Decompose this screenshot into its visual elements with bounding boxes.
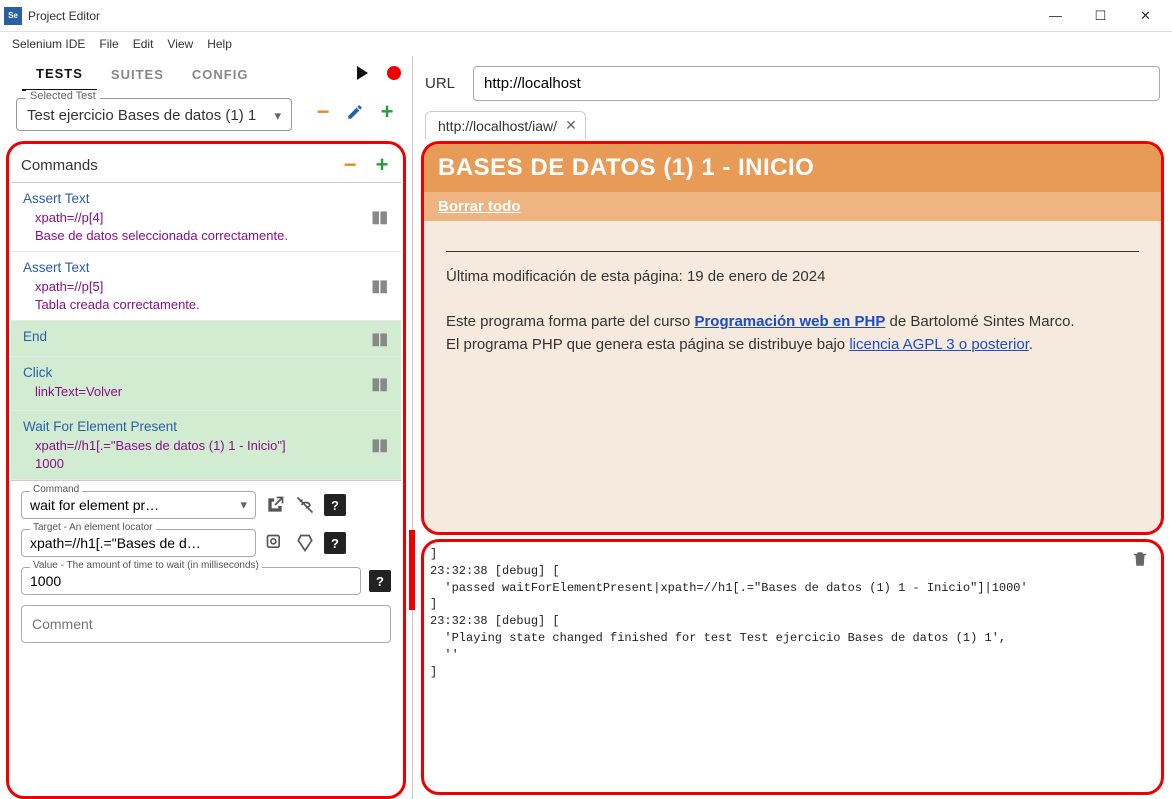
menubar: Selenium IDE File Edit View Help <box>0 32 1172 56</box>
find-target-icon[interactable] <box>264 532 286 554</box>
clear-log-icon[interactable] <box>1131 550 1149 574</box>
selected-test-label: Selected Test <box>26 90 100 102</box>
pause-icon: ▮▮ <box>371 374 387 394</box>
command-item[interactable]: Click linkText=Volver ▮▮ <box>11 357 401 411</box>
record-icon[interactable] <box>386 65 402 84</box>
remove-test-button[interactable]: − <box>314 103 332 121</box>
menu-app[interactable]: Selenium IDE <box>6 35 91 53</box>
menu-edit[interactable]: Edit <box>127 35 160 53</box>
open-new-icon[interactable] <box>264 494 286 516</box>
minimize-button[interactable]: — <box>1033 2 1078 30</box>
menu-file[interactable]: File <box>93 35 124 53</box>
pause-icon: ▮▮ <box>371 276 387 296</box>
log-panel: ] 23:32:38 [debug] [ 'passed waitForElem… <box>421 539 1164 795</box>
app-icon: Se <box>4 7 22 25</box>
maximize-button[interactable]: ☐ <box>1078 2 1123 30</box>
help-icon[interactable]: ? <box>369 570 391 592</box>
menu-view[interactable]: View <box>161 35 199 53</box>
preview-title: BASES DE DATOS (1) 1 - INICIO <box>424 144 1161 192</box>
value-input[interactable] <box>30 573 352 589</box>
edit-test-button[interactable] <box>346 103 364 121</box>
browser-tab[interactable]: http://localhost/iaw/ ✕ <box>425 111 586 139</box>
help-icon[interactable]: ? <box>324 494 346 516</box>
close-button[interactable]: ✕ <box>1123 2 1168 30</box>
url-input[interactable] <box>473 66 1160 101</box>
url-label: URL <box>425 75 455 92</box>
pause-icon: ▮▮ <box>371 329 387 349</box>
target-input[interactable] <box>30 535 247 551</box>
select-target-icon[interactable] <box>294 532 316 554</box>
help-icon[interactable]: ? <box>324 532 346 554</box>
command-item[interactable]: Wait For Element Present xpath=//h1[.="B… <box>11 411 401 480</box>
commands-list: Assert Text xpath=//p[4] Base de datos s… <box>11 182 401 481</box>
tab-suites[interactable]: SUITES <box>97 59 178 90</box>
tab-config[interactable]: CONFIG <box>178 59 263 90</box>
preview-license-link[interactable]: licencia AGPL 3 o posterior <box>849 336 1029 353</box>
preview-lastmod: Última modificación de esta página: 19 d… <box>446 266 1139 289</box>
close-tab-icon[interactable]: ✕ <box>565 117 577 134</box>
titlebar: Se Project Editor — ☐ ✕ <box>0 0 1172 32</box>
command-item[interactable]: Assert Text xpath=//p[4] Base de datos s… <box>11 183 401 252</box>
command-field-label: Command <box>30 484 82 495</box>
preview-borrar-link[interactable]: Borrar todo <box>438 198 521 215</box>
page-preview: BASES DE DATOS (1) 1 - INICIO Borrar tod… <box>421 141 1164 535</box>
preview-course-link[interactable]: Programación web en PHP <box>694 313 885 330</box>
menu-help[interactable]: Help <box>201 35 238 53</box>
window-title: Project Editor <box>28 9 1033 23</box>
command-input[interactable] <box>30 497 240 513</box>
command-item[interactable]: End ▮▮ <box>11 321 401 357</box>
preview-line3: El programa PHP que genera esta página s… <box>446 334 1139 357</box>
selected-test-value: Test ejercicio Bases de datos (1) 1 <box>27 107 274 124</box>
chevron-down-icon: ▾ <box>274 108 281 124</box>
target-field-label: Target - An element locator <box>30 522 156 533</box>
remove-command-button[interactable]: − <box>341 156 359 174</box>
tab-tests[interactable]: TESTS <box>22 58 97 91</box>
browser-tab-label: http://localhost/iaw/ <box>438 118 557 134</box>
selected-test-dropdown[interactable]: Test ejercicio Bases de datos (1) 1 ▾ <box>16 98 292 131</box>
comment-input[interactable] <box>32 616 380 632</box>
left-tabs: TESTS SUITES CONFIG <box>0 56 412 92</box>
add-test-button[interactable]: + <box>378 103 396 121</box>
disable-icon[interactable] <box>294 494 316 516</box>
commands-header: Commands <box>21 157 341 174</box>
pause-icon: ▮▮ <box>371 207 387 227</box>
preview-line2: Este programa forma parte del curso Prog… <box>446 311 1139 334</box>
pause-icon: ▮▮ <box>371 435 387 455</box>
value-field-label: Value - The amount of time to wait (in m… <box>30 560 262 571</box>
play-icon[interactable] <box>354 65 370 84</box>
command-item[interactable]: Assert Text xpath=//p[5] Tabla creada co… <box>11 252 401 321</box>
add-command-button[interactable]: + <box>373 156 391 174</box>
chevron-down-icon[interactable]: ▾ <box>240 497 247 513</box>
